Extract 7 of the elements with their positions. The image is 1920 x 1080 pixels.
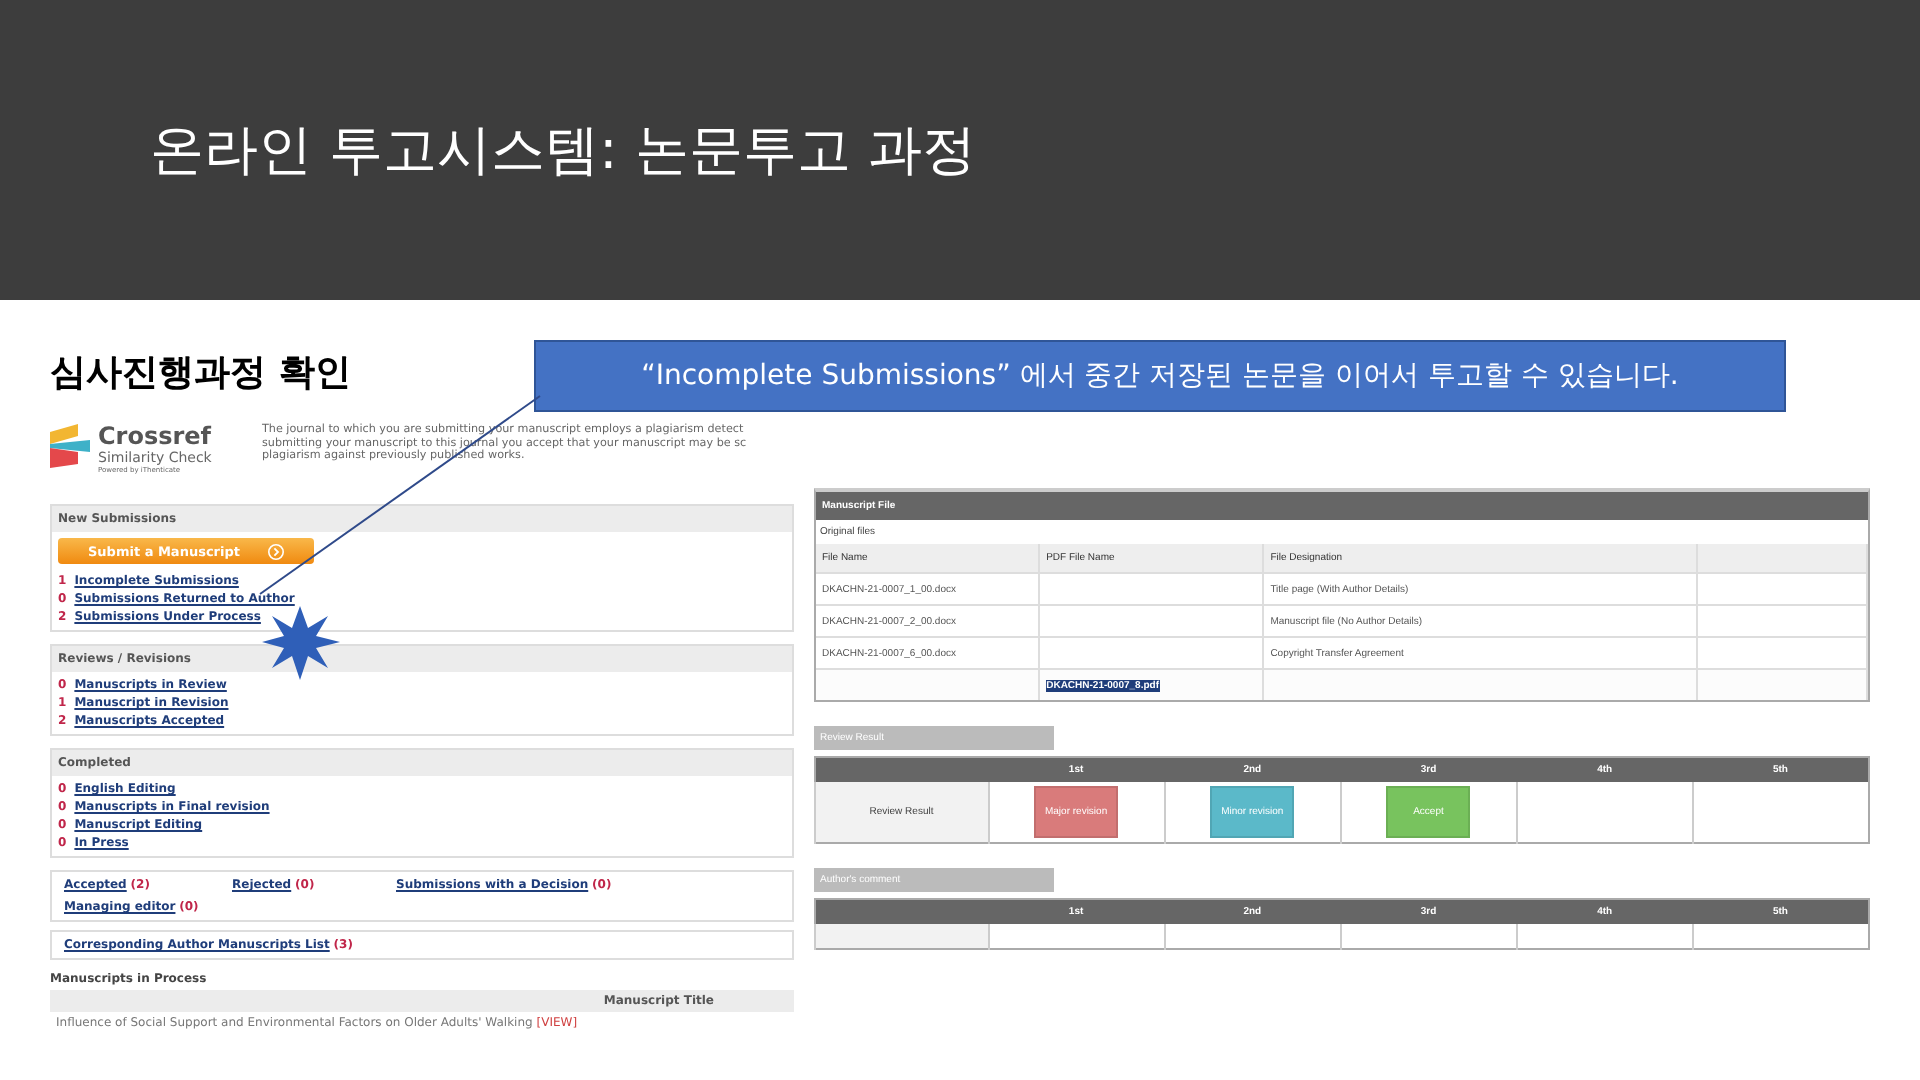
slide-title: 온라인 투고시스템: 논문투고 과정 — [150, 118, 976, 186]
crossref-logo-icon — [50, 424, 90, 468]
callout-box: “Incomplete Submissions” 에서 중간 저장된 논문을 이어서 투고할 수 있습니다. — [534, 340, 1786, 412]
slide-subtitle: 심사진행과정 확인 — [50, 350, 353, 396]
logo-name: Crossref — [98, 424, 212, 450]
starburst-icon — [262, 606, 340, 680]
arrow-circle-icon — [268, 543, 284, 559]
